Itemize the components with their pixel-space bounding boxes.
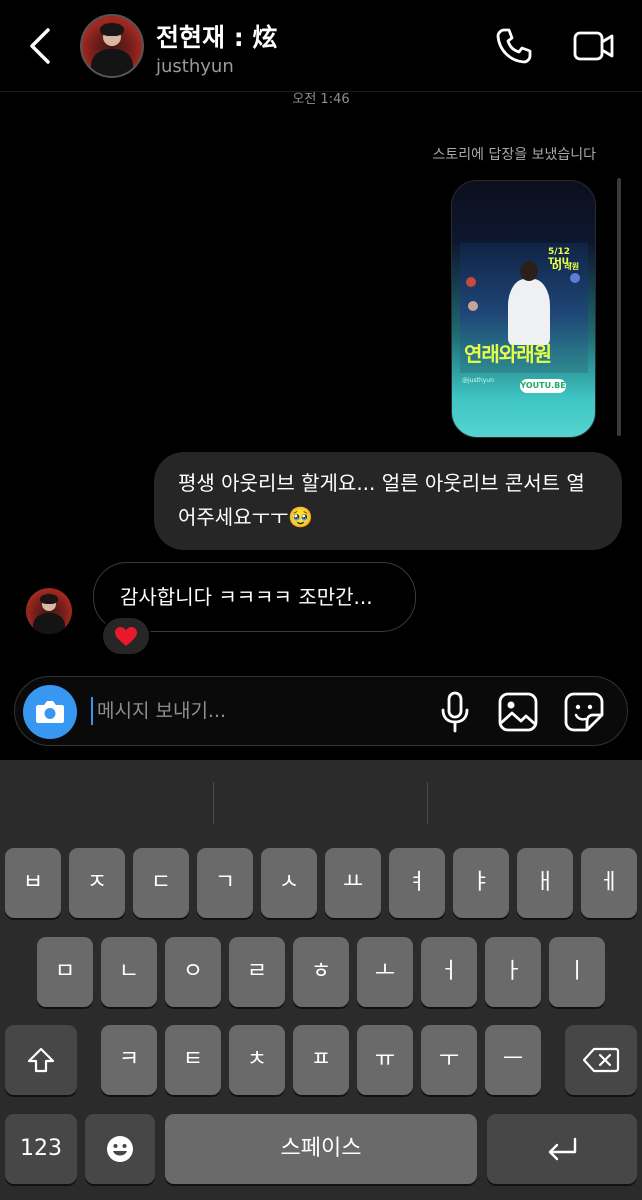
emoji-key[interactable] <box>85 1114 155 1184</box>
key[interactable]: ㅡ <box>485 1025 541 1095</box>
backspace-icon <box>582 1047 620 1073</box>
camera-button[interactable] <box>23 685 77 739</box>
key[interactable]: ㅁ <box>37 937 93 1007</box>
text-cursor <box>91 697 93 725</box>
profile-avatar[interactable] <box>80 14 144 78</box>
message-composer <box>14 676 628 746</box>
story-tag: @justhyun <box>462 377 494 384</box>
shift-icon <box>27 1047 55 1073</box>
story-person-head <box>520 261 538 281</box>
korean-keyboard: ㅂ ㅈ ㄷ ㄱ ㅅ ㅛ ㅕ ㅑ ㅐ ㅔ ㅁ ㄴ ㅇ ㄹ ㅎ ㅗ ㅓ ㅏ ㅣ ㅋ … <box>0 760 642 1200</box>
heart-reaction[interactable] <box>101 616 151 656</box>
return-icon <box>548 1137 577 1161</box>
suggestion-divider <box>213 782 214 824</box>
camera-icon <box>36 701 64 723</box>
chevron-left-icon <box>30 28 50 64</box>
key[interactable]: ㅇ <box>165 937 221 1007</box>
return-key[interactable] <box>487 1114 637 1184</box>
video-camera-icon <box>573 31 614 61</box>
key[interactable]: ㅕ <box>389 848 445 918</box>
story-reply-note: 스토리에 답장을 보냈습니다 <box>432 147 596 163</box>
key[interactable]: ㅌ <box>165 1025 221 1095</box>
backspace-key[interactable] <box>565 1025 637 1095</box>
avatar-hair <box>39 593 59 604</box>
sticker-button[interactable] <box>563 691 605 733</box>
key[interactable]: ㅔ <box>581 848 637 918</box>
avatar-figure <box>91 49 133 76</box>
key[interactable]: ㅜ <box>421 1025 477 1095</box>
avatar-hair <box>100 23 124 37</box>
story-guest-avatar <box>570 273 580 283</box>
back-button[interactable] <box>22 24 58 68</box>
microphone-icon <box>441 691 469 733</box>
sticker-icon <box>564 692 604 732</box>
key[interactable]: ㄹ <box>229 937 285 1007</box>
key[interactable]: ㅐ <box>517 848 573 918</box>
space-key[interactable]: 스페이스 <box>165 1114 477 1184</box>
key[interactable]: ㅎ <box>293 937 349 1007</box>
key[interactable]: ㅛ <box>325 848 381 918</box>
message-timestamp: 오전 1:46 <box>292 92 350 107</box>
avatar-figure <box>32 613 66 634</box>
heart-icon <box>115 627 137 646</box>
key[interactable]: ㅑ <box>453 848 509 918</box>
emoji-icon <box>107 1136 133 1162</box>
story-link-sticker[interactable]: YOUTU.BE <box>520 379 566 393</box>
suggestion-divider <box>427 782 428 824</box>
story-guest-avatar <box>466 277 476 287</box>
key[interactable]: ㅍ <box>293 1025 349 1095</box>
outgoing-message[interactable]: 평생 아웃리브 할게요... 얼른 아웃리브 콘서트 열어주세요ㅜㅜ🥹 <box>154 452 622 550</box>
key[interactable]: ㅏ <box>485 937 541 1007</box>
voice-call-button[interactable] <box>494 26 534 66</box>
story-guest-avatar <box>468 301 478 311</box>
key[interactable]: ㄷ <box>133 848 189 918</box>
story-poster: 5/12 THU. DJ 래원 연래와래원 <box>460 243 588 373</box>
story-person-image <box>508 261 550 345</box>
key[interactable]: ㅊ <box>229 1025 285 1095</box>
sender-avatar[interactable] <box>26 588 72 634</box>
numbers-key[interactable]: 123 <box>5 1114 77 1184</box>
video-call-button[interactable] <box>572 26 616 66</box>
chat-scrollbar[interactable] <box>617 178 621 436</box>
image-icon <box>498 692 538 732</box>
key[interactable]: ㄱ <box>197 848 253 918</box>
voice-message-button[interactable] <box>435 691 475 733</box>
key[interactable]: ㅈ <box>69 848 125 918</box>
contact-name[interactable]: 전현재 : 炫 <box>156 18 277 54</box>
key[interactable]: ㄴ <box>101 937 157 1007</box>
message-input[interactable] <box>97 694 417 728</box>
key[interactable]: ㅣ <box>549 937 605 1007</box>
contact-username[interactable]: justhyun <box>156 56 234 77</box>
chat-header: 전현재 : 炫 justhyun <box>0 0 642 92</box>
story-title: 연래와래원 <box>464 342 552 366</box>
key[interactable]: ㅓ <box>421 937 477 1007</box>
shift-key[interactable] <box>5 1025 77 1095</box>
key[interactable]: ㅗ <box>357 937 413 1007</box>
story-person-torso <box>508 279 550 345</box>
key[interactable]: ㅂ <box>5 848 61 918</box>
phone-icon <box>496 28 532 64</box>
key[interactable]: ㅠ <box>357 1025 413 1095</box>
gallery-button[interactable] <box>497 691 539 733</box>
key[interactable]: ㅋ <box>101 1025 157 1095</box>
story-preview[interactable]: 5/12 THU. DJ 래원 연래와래원 @justhyun YOUTU.BE <box>451 180 596 438</box>
key[interactable]: ㅅ <box>261 848 317 918</box>
story-dj: DJ 래원 <box>552 262 580 271</box>
